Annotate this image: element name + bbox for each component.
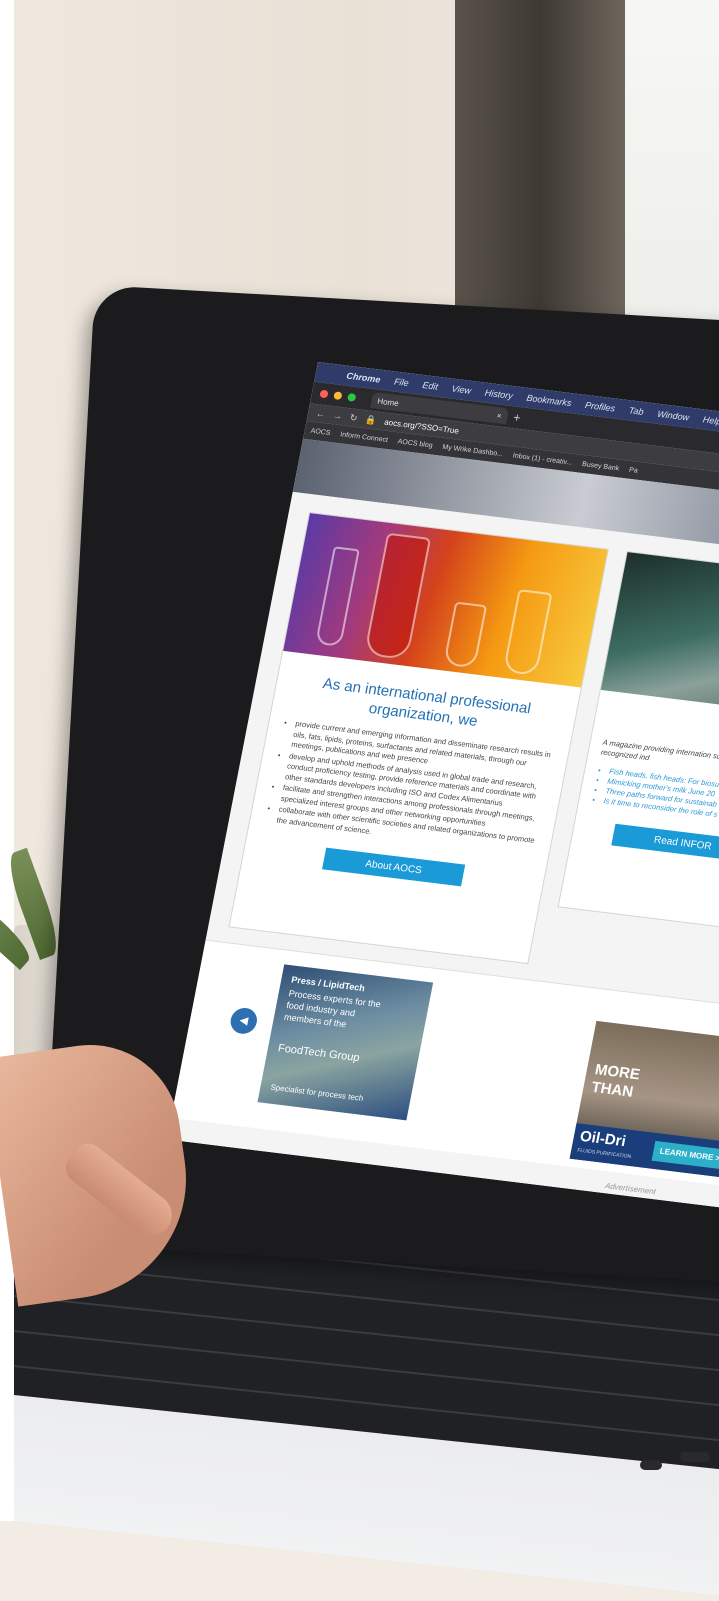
bookmark-busey-bank[interactable]: Busey Bank (582, 461, 620, 472)
key-row (14, 1330, 719, 1412)
read-inform-button[interactable]: Read INFOR (611, 823, 719, 863)
bookmark-inbox[interactable]: Inbox (1) - creativ... (512, 452, 573, 466)
learn-more-button[interactable]: LEARN MORE > (651, 1140, 719, 1170)
menu-edit[interactable]: Edit (422, 380, 439, 392)
bookmark-wrike[interactable]: My Wrike Dashbo... (442, 443, 504, 457)
flask-shape (363, 532, 432, 661)
laptop-port (640, 1460, 662, 1470)
apple-icon[interactable]:  (325, 368, 334, 379)
oil-dri-ad-banner[interactable]: MORE THAN Oil-Dri FLUIDS PURIFICATION LE… (569, 1020, 719, 1179)
flask-shape (443, 601, 488, 669)
flask-shape (502, 589, 553, 676)
about-card-bullets: provide current and emerging information… (276, 719, 555, 857)
about-aocs-button[interactable]: About AOCS (322, 847, 466, 887)
bright-window (625, 0, 719, 330)
laptop-port (680, 1452, 710, 1462)
ad-text: Specialist for process tech (269, 1082, 365, 1103)
menu-profiles[interactable]: Profiles (584, 400, 616, 413)
menu-history[interactable]: History (484, 388, 514, 401)
menu-file[interactable]: File (393, 377, 409, 389)
key-row (14, 1295, 719, 1377)
maximize-window-icon[interactable] (347, 392, 357, 402)
close-tab-icon[interactable]: × (496, 411, 502, 420)
advertisement-label: Advertisement (604, 1181, 657, 1197)
oil-dri-logo: Oil-Dri (578, 1127, 628, 1151)
fish-image (600, 552, 719, 731)
about-card: As an international professional organiz… (228, 512, 609, 965)
bookmark-inform-connect[interactable]: Inform Connect (340, 431, 389, 444)
ad-text: FoodTech Group (276, 1042, 361, 1065)
flask-shape (315, 546, 360, 647)
forward-icon[interactable]: → (332, 410, 343, 421)
menu-view[interactable]: View (451, 384, 472, 396)
ad-brand-bar: Oil-Dri FLUIDS PURIFICATION LEARN MORE > (569, 1123, 719, 1179)
left-white-edge (0, 0, 14, 1521)
tab-title: Home (376, 396, 400, 408)
new-tab-icon[interactable]: + (512, 410, 522, 425)
menu-help[interactable]: Help (702, 414, 719, 426)
carousel-prev-icon[interactable]: ◀ (228, 1006, 260, 1036)
bookmark-aocs-blog[interactable]: AOCS blog (397, 438, 433, 449)
back-icon[interactable]: ← (315, 408, 326, 419)
bookmark-pa[interactable]: Pa (629, 466, 639, 474)
lock-icon: 🔒 (364, 413, 378, 425)
dark-column (455, 0, 625, 340)
menu-chrome[interactable]: Chrome (346, 371, 382, 385)
ad-headline: MORE THAN (590, 1061, 641, 1102)
close-window-icon[interactable] (319, 389, 329, 399)
menu-bookmarks[interactable]: Bookmarks (526, 393, 573, 408)
menu-window[interactable]: Window (656, 409, 690, 423)
hf-ad-banner[interactable]: Press / LipidTech Process experts for th… (257, 964, 434, 1121)
bookmark-aocs[interactable]: AOCS (310, 427, 331, 436)
reload-icon[interactable]: ↻ (349, 412, 358, 424)
lab-glassware-image (283, 513, 608, 688)
menu-tab[interactable]: Tab (628, 405, 644, 417)
minimize-window-icon[interactable] (333, 391, 343, 401)
